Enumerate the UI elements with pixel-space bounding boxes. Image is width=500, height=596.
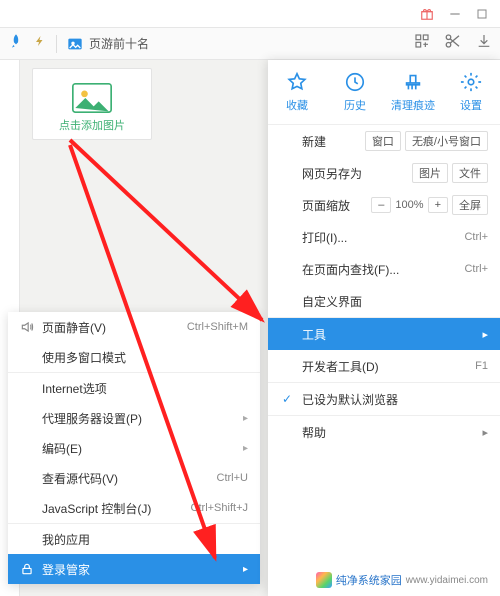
- gear-icon: [460, 71, 482, 93]
- broom-icon: [402, 71, 424, 93]
- menu-item-tools[interactable]: 工具 ▸: [268, 318, 500, 350]
- menu-shortcut: Ctrl+Shift+J: [191, 502, 248, 514]
- zoom-out-button[interactable]: –: [371, 197, 391, 213]
- submenu-item-internet-options[interactable]: Internet选项: [8, 373, 260, 403]
- topbtn-label: 历史: [344, 97, 366, 113]
- menu-shortcut: Ctrl+: [464, 231, 488, 243]
- chevron-right-icon: ▸: [243, 564, 248, 575]
- zoom-in-button[interactable]: +: [428, 197, 448, 213]
- topbtn-label: 清理痕迹: [391, 97, 435, 113]
- menu-item-zoom: 页面缩放 – 100% + 全屏: [268, 189, 500, 221]
- minimize-icon[interactable]: [448, 7, 462, 21]
- menu-item-find[interactable]: 在页面内查找(F)... Ctrl+: [268, 253, 500, 285]
- lightning-icon[interactable]: [34, 34, 46, 53]
- menu-item-new[interactable]: 新建 窗口 无痕/小号窗口: [268, 125, 500, 157]
- menu-label: 已设为默认浏览器: [302, 391, 398, 408]
- submenu-item-view-source[interactable]: 查看源代码(V) Ctrl+U: [8, 463, 260, 493]
- menu-label: 编码(E): [42, 440, 82, 457]
- menu-label: Internet选项: [42, 380, 107, 397]
- watermark-logo-icon: [316, 572, 332, 588]
- menu-label: 代理服务器设置(P): [42, 410, 142, 427]
- topbtn-history[interactable]: 历史: [326, 60, 384, 124]
- image-placeholder-icon: [72, 83, 112, 113]
- extension-icon[interactable]: [414, 33, 430, 54]
- menu-label: 打印(I)...: [302, 229, 347, 246]
- scissors-icon[interactable]: [444, 32, 462, 55]
- chevron-right-icon: ▸: [482, 328, 488, 341]
- menu-label: 工具: [302, 326, 326, 343]
- topbtn-label: 设置: [460, 97, 482, 113]
- submenu-item-login-manager[interactable]: 登录管家 ▸: [8, 554, 260, 584]
- topbtn-settings[interactable]: 设置: [442, 60, 500, 124]
- new-incognito-button[interactable]: 无痕/小号窗口: [405, 131, 488, 151]
- menu-label: 新建: [302, 133, 326, 150]
- menu-label: 自定义界面: [302, 293, 362, 310]
- divider: [56, 35, 57, 53]
- menu-label: 在页面内查找(F)...: [302, 261, 399, 278]
- menu-item-default-browser[interactable]: ✓ 已设为默认浏览器: [268, 383, 500, 415]
- star-icon: [286, 71, 308, 93]
- save-file-button[interactable]: 文件: [452, 163, 488, 183]
- menu-item-print[interactable]: 打印(I)... Ctrl+: [268, 221, 500, 253]
- chevron-right-icon: ▸: [243, 443, 248, 454]
- submenu-item-multiwindow[interactable]: 使用多窗口模式: [8, 342, 260, 372]
- submenu-item-my-apps[interactable]: 我的应用: [8, 524, 260, 554]
- clock-icon: [344, 71, 366, 93]
- lock-icon: [20, 562, 34, 576]
- browser-main-menu: 收藏 历史 清理痕迹 设置 新建 窗口 无痕/小号窗口: [268, 60, 500, 596]
- menu-label: 帮助: [302, 424, 326, 441]
- watermark: 纯净系统家园 www.yidaimei.com: [310, 570, 494, 590]
- submenu-item-mute[interactable]: 页面静音(V) Ctrl+Shift+M: [8, 312, 260, 342]
- menu-shortcut: F1: [475, 360, 488, 372]
- menu-label: 页面静音(V): [42, 319, 106, 336]
- rocket-icon[interactable]: [8, 33, 24, 54]
- address-label: 页游前十名: [89, 35, 149, 52]
- submenu-item-js-console[interactable]: JavaScript 控制台(J) Ctrl+Shift+J: [8, 493, 260, 523]
- menu-label: 查看源代码(V): [42, 470, 118, 487]
- menu-shortcut: Ctrl+U: [217, 472, 248, 484]
- site-icon: [67, 36, 83, 52]
- menu-shortcut: Ctrl+: [464, 263, 488, 275]
- gift-icon[interactable]: [420, 7, 434, 21]
- add-image-label: 点击添加图片: [33, 117, 151, 133]
- save-image-button[interactable]: 图片: [412, 163, 448, 183]
- menu-label: 我的应用: [42, 531, 90, 548]
- add-image-card[interactable]: 点击添加图片: [32, 68, 152, 140]
- address-bar[interactable]: 页游前十名: [67, 35, 149, 52]
- submenu-item-proxy[interactable]: 代理服务器设置(P) ▸: [8, 403, 260, 433]
- speaker-icon: [20, 320, 34, 334]
- fullscreen-button[interactable]: 全屏: [452, 195, 488, 215]
- menu-label: JavaScript 控制台(J): [42, 500, 151, 517]
- zoom-value: 100%: [395, 199, 423, 211]
- window-titlebar: [0, 0, 500, 28]
- watermark-url: www.yidaimei.com: [406, 575, 488, 586]
- tools-submenu: 页面静音(V) Ctrl+Shift+M 使用多窗口模式 Internet选项 …: [8, 312, 260, 584]
- menu-label: 页面缩放: [302, 197, 350, 214]
- new-window-button[interactable]: 窗口: [365, 131, 401, 151]
- submenu-item-encoding[interactable]: 编码(E) ▸: [8, 433, 260, 463]
- menu-shortcut: Ctrl+Shift+M: [187, 321, 248, 333]
- chevron-right-icon: ▸: [243, 413, 248, 424]
- menu-item-save-as[interactable]: 网页另存为 图片 文件: [268, 157, 500, 189]
- topbtn-favorites[interactable]: 收藏: [268, 60, 326, 124]
- chevron-right-icon: ▸: [482, 426, 488, 439]
- menu-label: 使用多窗口模式: [42, 349, 126, 366]
- menu-label: 开发者工具(D): [302, 358, 379, 375]
- browser-toolbar: 页游前十名: [0, 28, 500, 60]
- download-icon[interactable]: [476, 33, 492, 54]
- menu-label: 网页另存为: [302, 165, 362, 182]
- menu-item-help[interactable]: 帮助 ▸: [268, 416, 500, 448]
- topbtn-label: 收藏: [286, 97, 308, 113]
- watermark-brand: 纯净系统家园: [336, 572, 402, 588]
- menu-item-devtools[interactable]: 开发者工具(D) F1: [268, 350, 500, 382]
- maximize-icon[interactable]: [476, 7, 490, 21]
- menu-label: 登录管家: [42, 561, 90, 578]
- menu-item-customize[interactable]: 自定义界面: [268, 285, 500, 317]
- topbtn-clean[interactable]: 清理痕迹: [384, 60, 442, 124]
- check-icon: ✓: [280, 392, 294, 406]
- main-menu-top-row: 收藏 历史 清理痕迹 设置: [268, 60, 500, 124]
